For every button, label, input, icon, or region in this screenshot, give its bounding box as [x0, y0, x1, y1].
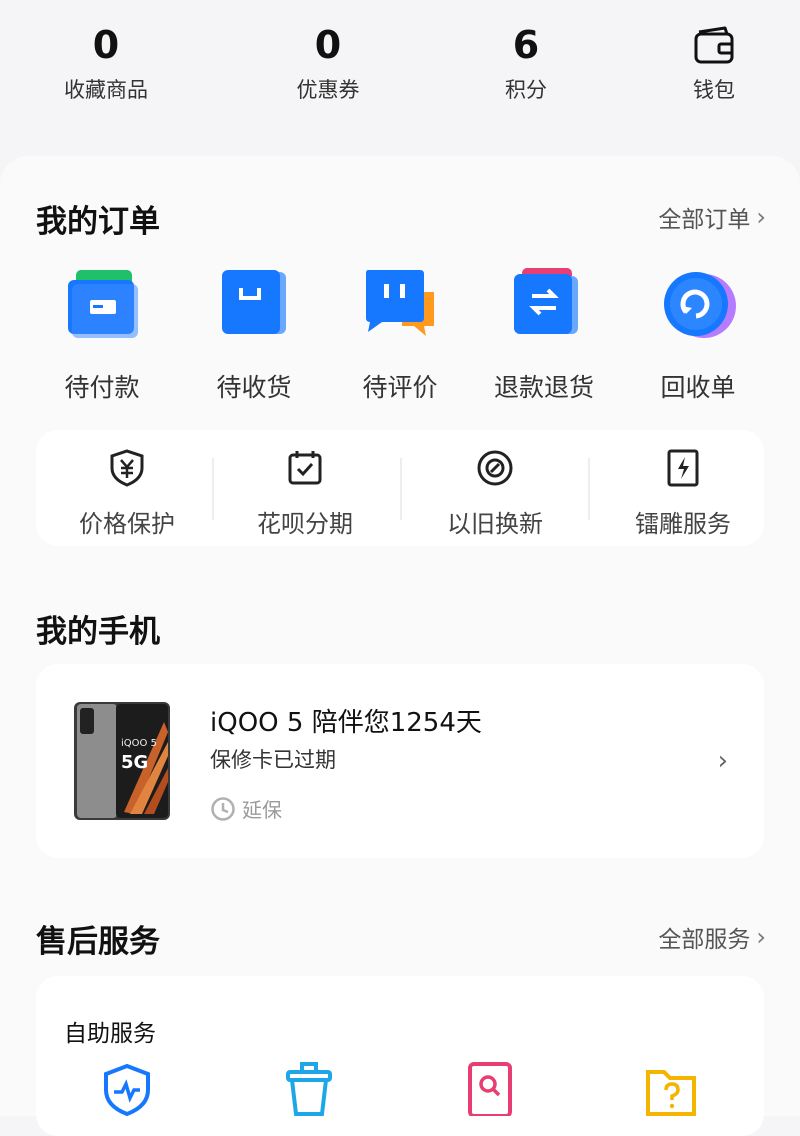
chevron-right-icon[interactable]: ›: [718, 746, 728, 776]
pending-payment-icon: [68, 270, 138, 338]
points-count: 6: [512, 23, 540, 67]
chevron-right-icon: ›: [756, 923, 766, 951]
pending-review-icon: [366, 270, 434, 336]
refund-label: 退款退货: [493, 373, 594, 402]
stat-wallet[interactable]: 钱包: [644, 22, 784, 104]
tool-price-protect[interactable]: 价格保护: [36, 448, 218, 539]
recycle-order-icon: [664, 272, 736, 338]
warranty-status: 保修卡已过期: [210, 748, 336, 772]
after-sales-title: 售后服务: [36, 924, 160, 960]
trade-in-icon: [477, 450, 513, 486]
favorites-count: 0: [92, 23, 120, 67]
tools-strip: 价格保护 花呗分期 以旧换新 镭雕服务: [36, 430, 764, 546]
stat-points[interactable]: 6 积分: [456, 22, 596, 104]
extend-warranty-button[interactable]: 延保: [210, 794, 282, 823]
my-phone-card[interactable]: iQOO 5 5G iQOO 5 陪伴您1254天 保修卡已过期 延保 ›: [36, 664, 764, 858]
pending-delivery-label: 待收货: [216, 373, 292, 402]
all-orders-link[interactable]: 全部订单 ›: [658, 200, 766, 234]
calendar-check-icon: [288, 451, 322, 485]
installment-label: 花呗分期: [257, 510, 353, 538]
order-pending-payment[interactable]: 待付款: [32, 266, 172, 404]
laser-engrave-icon: [667, 449, 699, 487]
price-protect-icon: [110, 449, 144, 487]
phone-image: iQOO 5 5G: [74, 702, 170, 820]
recycle-order-label: 回收单: [660, 373, 736, 402]
order-refund[interactable]: 退款退货: [474, 266, 614, 404]
order-recycle[interactable]: 回收单: [628, 266, 768, 404]
price-protect-label: 价格保护: [79, 510, 175, 538]
points-label: 积分: [505, 78, 547, 102]
laser-engrave-label: 镭雕服务: [635, 510, 731, 538]
orders-title: 我的订单: [36, 204, 160, 240]
coupons-label: 优惠券: [296, 78, 360, 102]
self-service-title: 自助服务: [64, 1021, 156, 1047]
pending-review-label: 待评价: [362, 373, 438, 402]
self-service-card: 自助服务: [36, 976, 764, 1136]
divider: [400, 458, 402, 520]
svg-text:5G: 5G: [121, 752, 148, 773]
pending-delivery-icon: [222, 270, 286, 334]
search-doc-icon[interactable]: [464, 1062, 518, 1116]
pending-payment-label: 待付款: [64, 373, 140, 402]
extend-warranty-label: 延保: [242, 798, 282, 822]
refund-icon: [514, 268, 578, 334]
stat-favorites[interactable]: 0 收藏商品: [36, 22, 176, 104]
diagnosis-icon[interactable]: [100, 1062, 154, 1116]
tool-trade-in[interactable]: 以旧换新: [404, 448, 586, 539]
all-services-link[interactable]: 全部服务 ›: [658, 920, 766, 954]
order-status-row: 待付款 待收货 待评价 退款退货 回收单: [0, 266, 800, 406]
tool-laser-engrave[interactable]: 镭雕服务: [592, 448, 774, 539]
order-pending-review[interactable]: 待评价: [330, 266, 470, 404]
my-phone-title: 我的手机: [36, 614, 160, 650]
device-title: iQOO 5 陪伴您1254天: [210, 708, 482, 738]
divider: [588, 458, 590, 520]
clean-icon[interactable]: [282, 1062, 336, 1116]
stats-bar: 0 收藏商品 0 优惠券 6 积分 钱包: [0, 0, 800, 140]
clock-icon: [211, 796, 235, 821]
all-orders-label: 全部订单: [658, 207, 751, 233]
tool-installment[interactable]: 花呗分期: [214, 448, 396, 539]
wallet-label: 钱包: [693, 78, 735, 102]
stat-coupons[interactable]: 0 优惠券: [258, 22, 398, 104]
wallet-icon: [694, 26, 734, 64]
trade-in-label: 以旧换新: [447, 510, 543, 538]
all-services-label: 全部服务: [658, 927, 751, 953]
svg-text:iQOO 5: iQOO 5: [121, 738, 157, 749]
help-folder-icon[interactable]: [644, 1062, 698, 1116]
order-pending-delivery[interactable]: 待收货: [184, 266, 324, 404]
chevron-right-icon: ›: [756, 203, 766, 231]
favorites-label: 收藏商品: [64, 78, 148, 102]
coupons-count: 0: [314, 23, 342, 67]
